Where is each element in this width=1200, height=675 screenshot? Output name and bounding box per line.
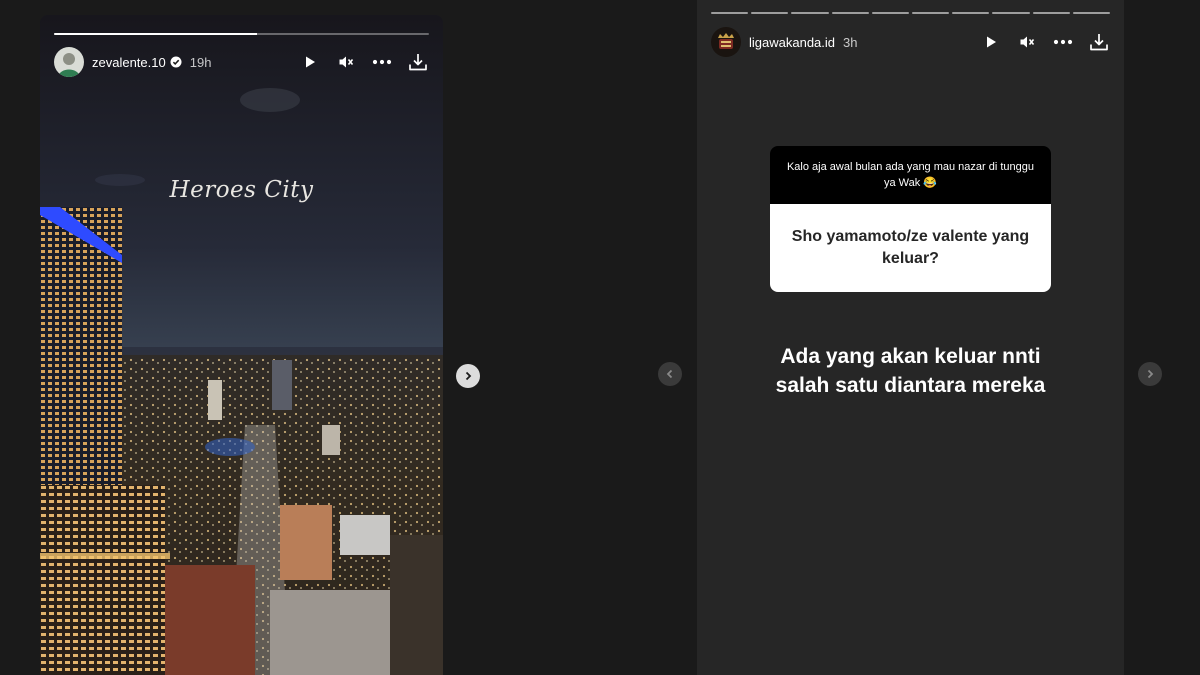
question-sticker: Kalo aja awal bulan ada yang mau nazar d… (770, 146, 1051, 292)
story-progress-segment (871, 12, 910, 14)
question-text: Sho yamamoto/ze valente yang keluar? (770, 204, 1051, 292)
city-night-photo (40, 15, 443, 675)
download-icon[interactable] (1088, 31, 1110, 53)
story-header: ligawakanda.id 3h (711, 27, 1110, 57)
story-progress-bar (711, 12, 1111, 15)
answer-line: salah satu diantara mereka (775, 374, 1046, 397)
mute-icon[interactable] (1016, 31, 1038, 53)
story-progress-segment (831, 12, 869, 14)
story-progress-segment (1032, 12, 1070, 14)
story-progress-bar (54, 33, 429, 36)
story-progress-segment (992, 12, 1030, 14)
story-progress-segment (952, 12, 990, 14)
story-progress-segment (711, 12, 749, 14)
story-progress-segment (751, 12, 789, 14)
story-viewer-left[interactable]: zevalente.10 19h Heroes City (40, 15, 443, 675)
previous-story-button[interactable] (658, 362, 682, 386)
story-progress-segment (912, 12, 950, 14)
download-icon[interactable] (407, 51, 429, 73)
story-header: zevalente.10 19h (54, 47, 429, 77)
avatar[interactable] (711, 27, 741, 57)
story-answer-text: Ada yang akan keluar nnti salah satu dia… (697, 342, 1124, 400)
question-prompt: Kalo aja awal bulan ada yang mau nazar d… (770, 146, 1051, 204)
story-progress-segment (1072, 12, 1111, 14)
play-icon[interactable] (980, 31, 1002, 53)
story-time: 19h (189, 54, 212, 70)
play-icon[interactable] (299, 51, 321, 73)
chevron-right-icon (1145, 369, 1155, 379)
more-icon[interactable] (371, 51, 393, 73)
story-viewer-right[interactable]: ligawakanda.id 3h Kalo aja awal bulan ad… (697, 0, 1124, 675)
chevron-left-icon (665, 369, 675, 379)
story-username[interactable]: zevalente.10 (92, 55, 166, 70)
next-story-button[interactable] (1138, 362, 1162, 386)
mute-icon[interactable] (335, 51, 357, 73)
chevron-right-icon (463, 371, 473, 381)
story-progress-segment (791, 12, 829, 14)
verified-badge-icon (170, 56, 182, 68)
story-caption: Heroes City (169, 177, 314, 203)
next-story-button[interactable] (456, 364, 480, 388)
story-time: 3h (843, 34, 858, 50)
story-username[interactable]: ligawakanda.id (749, 35, 835, 50)
story-progress-fill (54, 33, 257, 35)
answer-line: Ada yang akan keluar nnti (780, 345, 1041, 368)
more-icon[interactable] (1052, 31, 1074, 53)
avatar[interactable] (54, 47, 84, 77)
